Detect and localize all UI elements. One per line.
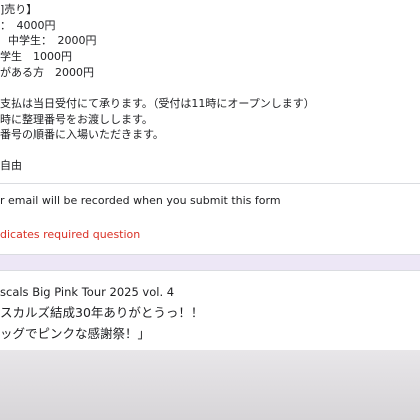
- required-notice-row: dicates required question: [0, 216, 420, 255]
- section-title-english: scals Big Pink Tour 2025 vol. 4: [0, 285, 175, 299]
- section-title-line-2: スカルズ結成30年ありがとうっ！！: [0, 305, 204, 320]
- description-line: 支払は当日受付にて承ります。（受付は11時にオープンします）: [0, 97, 315, 110]
- header-image: [0, 350, 420, 420]
- description-line: がある方 2000円: [0, 66, 94, 79]
- description-line: ： 4000円: [0, 19, 56, 32]
- description-line: ]売り】: [0, 3, 38, 16]
- email-notice-card: r email will be recorded when you submit…: [0, 183, 420, 217]
- description-line: 時に整理番号をお渡しします。: [0, 113, 153, 126]
- description-line: 中学生： 2000円: [8, 34, 97, 47]
- required-notice-text: dicates required question: [0, 228, 141, 241]
- form-description-card: ]売り】 ： 4000円 中学生： 2000円 学生 1000円 がある方 20…: [0, 0, 420, 184]
- section-title-card: scals Big Pink Tour 2025 vol. 4 スカルズ結成30…: [0, 270, 420, 351]
- description-line: 番号の順番に入場いただきます。: [0, 128, 164, 141]
- email-notice-text: r email will be recorded when you submit…: [0, 194, 281, 207]
- description-line: 自由: [0, 159, 22, 172]
- section-title-line-3: ッグでピンクな感謝祭！」: [0, 326, 151, 341]
- description-line: 学生 1000円: [0, 50, 72, 63]
